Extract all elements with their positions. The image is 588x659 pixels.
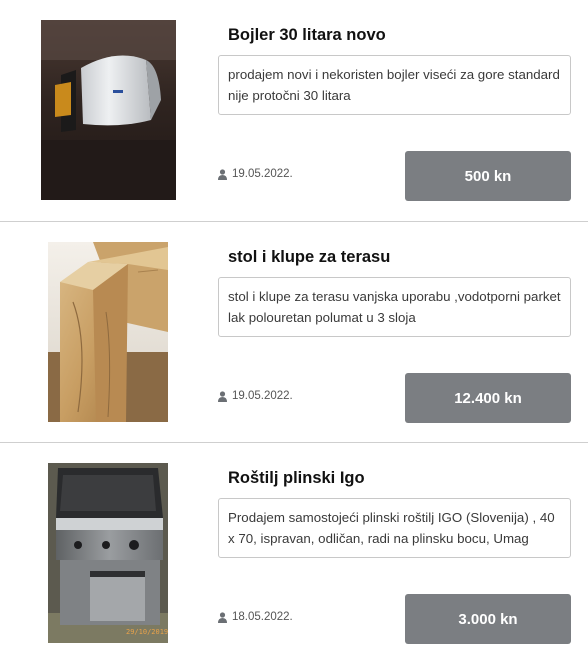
listing-date-row: 19.05.2022. [218, 168, 293, 180]
user-icon [218, 611, 227, 623]
listing-list: Bojler 30 litara novo prodajem novi i ne… [0, 0, 588, 659]
grill-photo-image [48, 463, 168, 643]
listing-item: 29/10/2019 Roštilj plinski Igo Prodajem … [0, 442, 588, 659]
listing-date-row: 18.05.2022. [218, 611, 293, 623]
price-button[interactable]: 500 kn [405, 151, 571, 201]
price-button[interactable]: 12.400 kn [405, 373, 571, 423]
listing-thumbnail[interactable] [41, 20, 176, 200]
listing-title[interactable]: Roštilj plinski Igo [228, 469, 365, 488]
listing-thumbnail[interactable] [48, 242, 168, 422]
table-photo-image [48, 242, 168, 422]
listing-thumbnail[interactable]: 29/10/2019 [48, 463, 168, 643]
listing-item: stol i klupe za terasu stol i klupe za t… [0, 221, 588, 442]
listing-description: Prodajem samostojeći plinski roštilj IGO… [218, 498, 571, 558]
listing-date-row: 19.05.2022. [218, 390, 293, 402]
user-icon [218, 168, 227, 180]
boiler-photo-image [41, 20, 176, 200]
listing-title[interactable]: stol i klupe za terasu [228, 248, 390, 267]
listing-title[interactable]: Bojler 30 litara novo [228, 26, 386, 45]
user-icon [218, 390, 227, 402]
listing-description: stol i klupe za terasu vanjska uporabu ,… [218, 277, 571, 337]
listing-description: prodajem novi i nekoristen bojler viseći… [218, 55, 571, 115]
listing-date: 19.05.2022. [232, 390, 293, 402]
listing-item: Bojler 30 litara novo prodajem novi i ne… [0, 0, 588, 221]
price-button[interactable]: 3.000 kn [405, 594, 571, 644]
listing-date: 18.05.2022. [232, 611, 293, 623]
photo-date-stamp: 29/10/2019 [126, 628, 168, 636]
listing-date: 19.05.2022. [232, 168, 293, 180]
